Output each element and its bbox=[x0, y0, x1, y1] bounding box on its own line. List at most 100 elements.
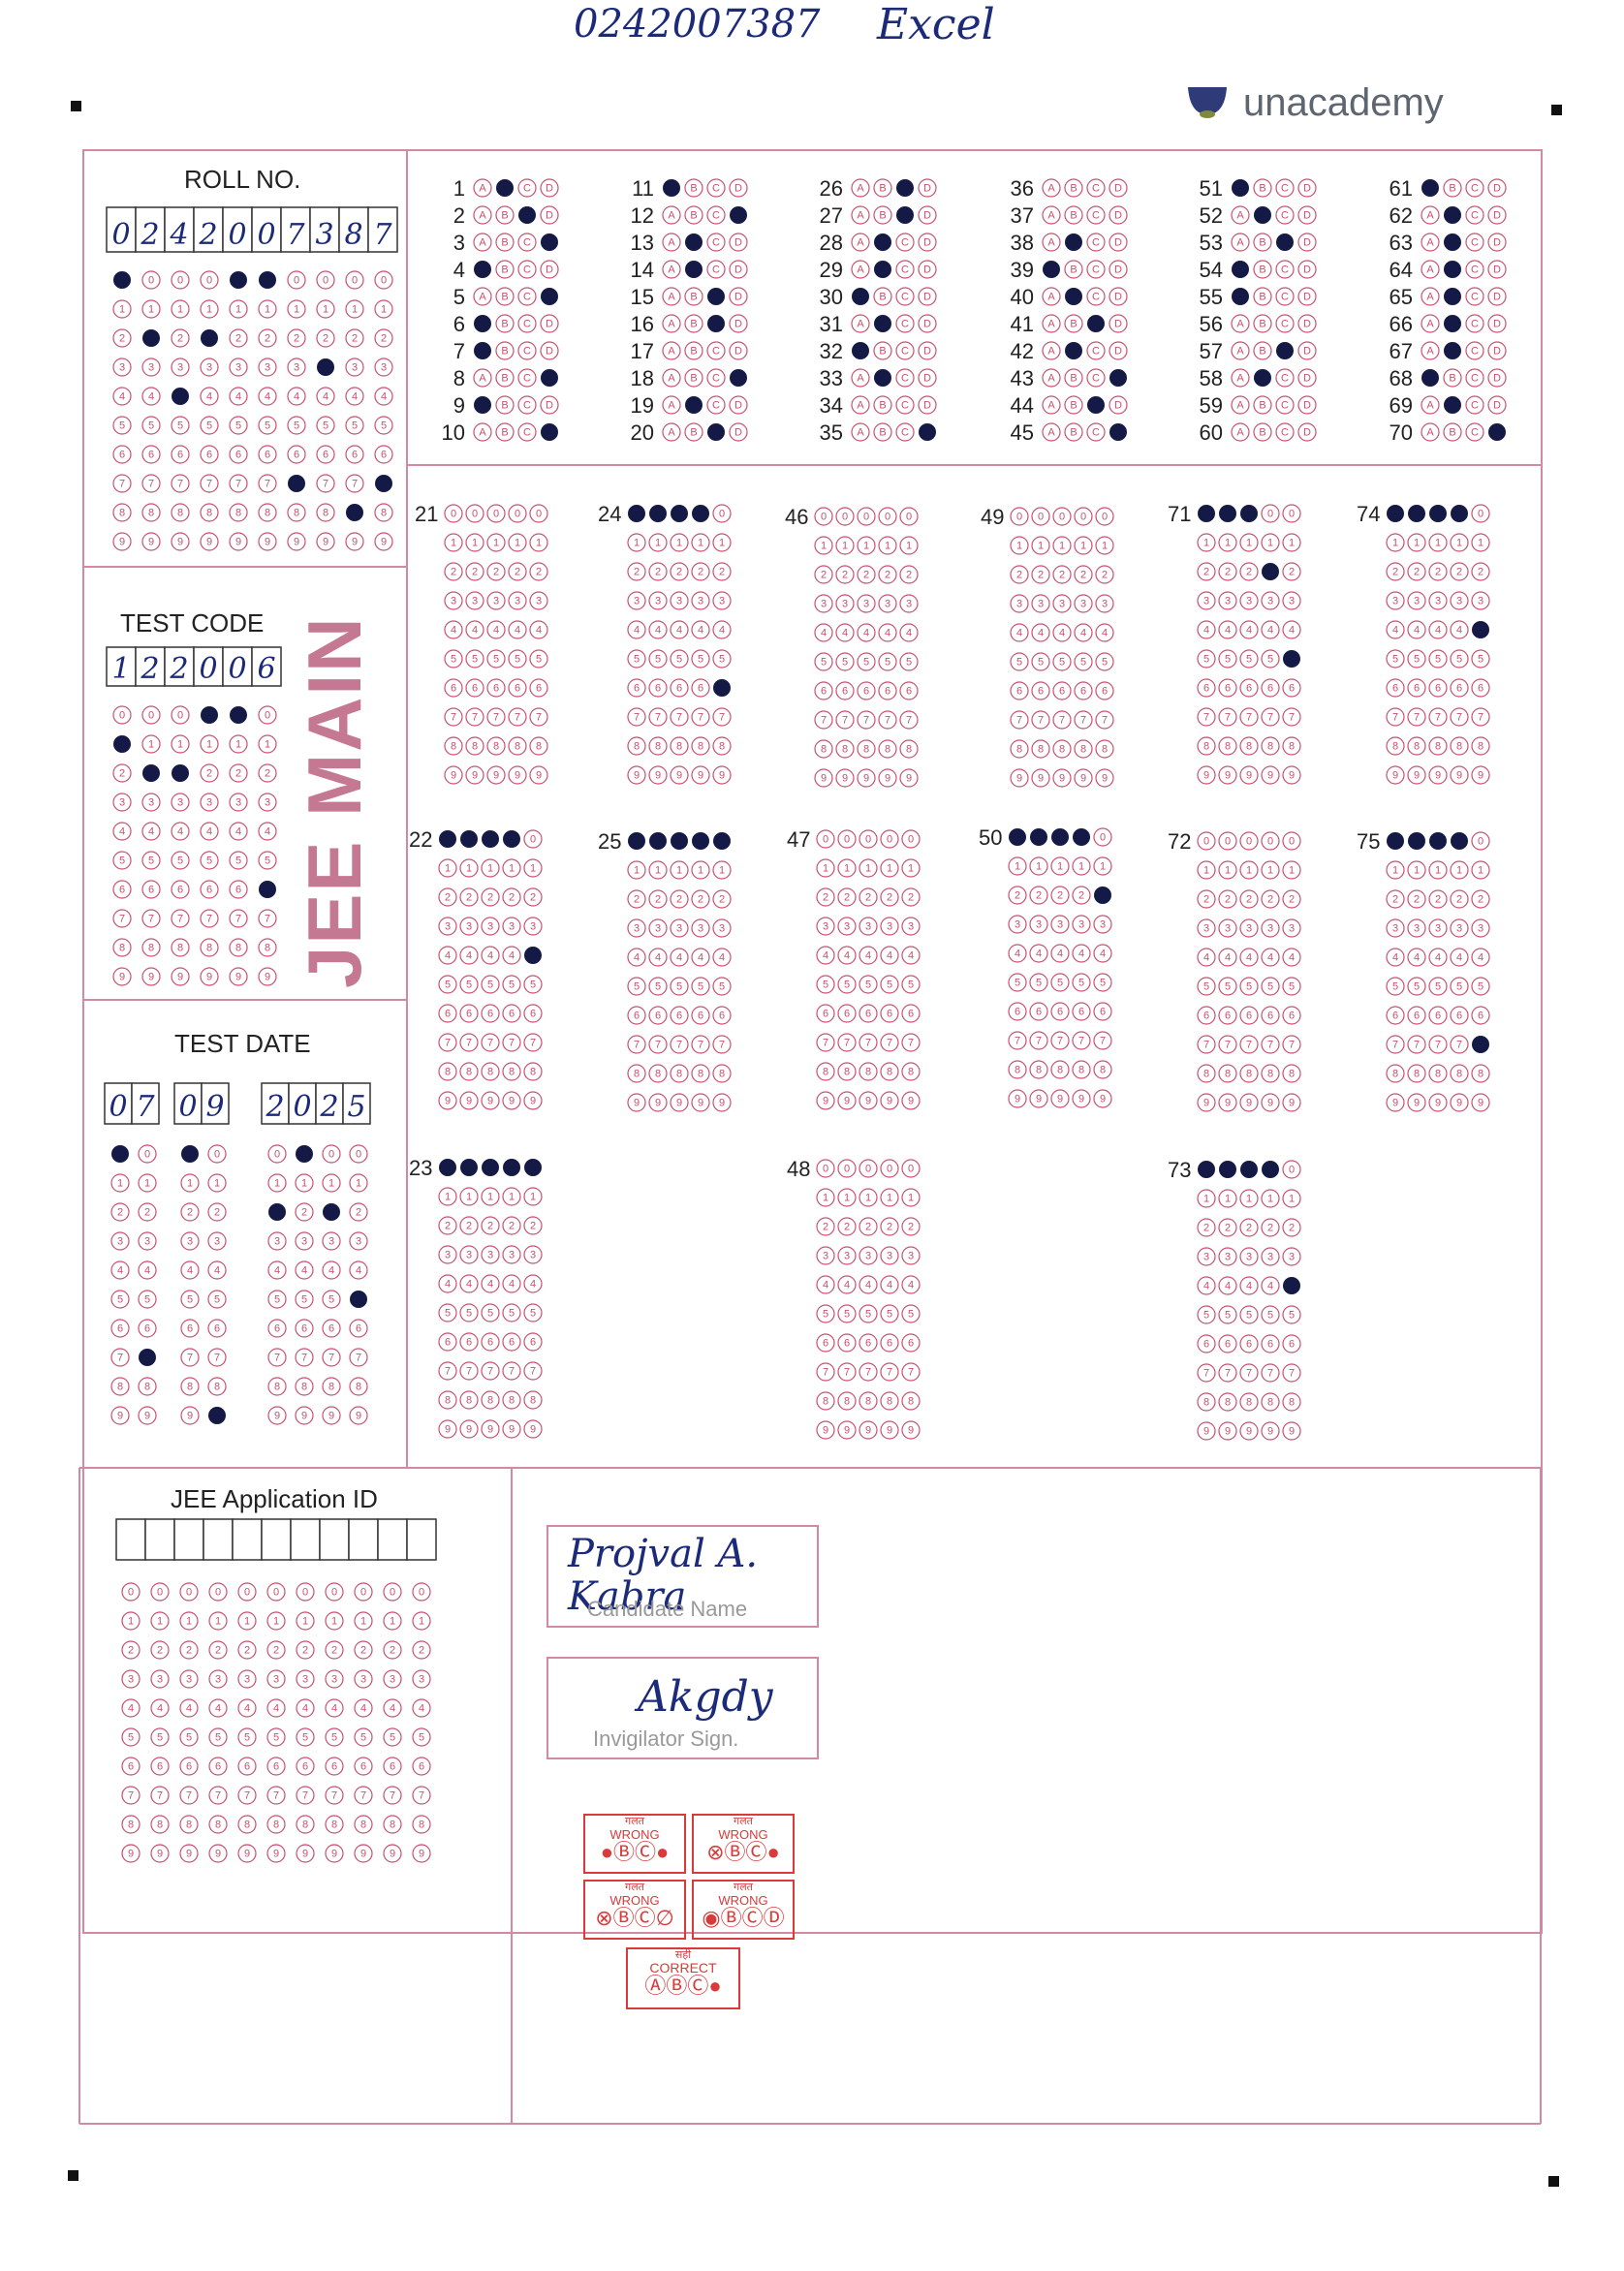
numeric-bubble-73[interactable]: 1 bbox=[1218, 1189, 1237, 1208]
numeric-bubble-75[interactable]: 3 bbox=[1428, 918, 1448, 938]
numeric-bubble-24[interactable]: 7 bbox=[712, 707, 732, 727]
numeric-bubble-49[interactable]: 5 bbox=[1031, 652, 1050, 671]
application-id-bubble[interactable]: 9 bbox=[266, 1844, 286, 1863]
numeric-bubble-47[interactable]: 4 bbox=[816, 946, 835, 965]
mcq-bubble-6-b[interactable]: B bbox=[495, 314, 515, 333]
roll-bubble[interactable]: 1 bbox=[171, 299, 190, 319]
numeric-bubble-74[interactable]: 4 bbox=[1428, 620, 1448, 639]
numeric-bubble-73[interactable]: 6 bbox=[1239, 1334, 1259, 1353]
numeric-bubble-23[interactable]: 2 bbox=[459, 1216, 479, 1235]
numeric-bubble-74[interactable]: 7 bbox=[1407, 707, 1426, 727]
numeric-bubble-73[interactable]: 4 bbox=[1197, 1276, 1216, 1295]
numeric-bubble-21[interactable]: 4 bbox=[444, 620, 463, 639]
test-code-bubble[interactable]: 0 bbox=[258, 705, 277, 725]
mcq-bubble-17-a[interactable]: A bbox=[662, 341, 681, 360]
application-id-bubble[interactable]: 5 bbox=[208, 1727, 228, 1747]
numeric-bubble-73[interactable] bbox=[1240, 1161, 1258, 1178]
numeric-bubble-49[interactable]: 6 bbox=[1010, 681, 1029, 700]
numeric-bubble-47[interactable]: 7 bbox=[901, 1033, 921, 1052]
application-id-bubble[interactable]: 4 bbox=[383, 1698, 402, 1718]
numeric-bubble-75[interactable] bbox=[1408, 832, 1425, 850]
numeric-bubble-74[interactable]: 9 bbox=[1450, 765, 1469, 785]
roll-bubble[interactable]: 6 bbox=[345, 445, 364, 464]
numeric-bubble-73[interactable]: 8 bbox=[1239, 1392, 1259, 1412]
mcq-bubble-53-d[interactable]: D bbox=[1297, 233, 1317, 252]
mcq-bubble-37-a[interactable]: A bbox=[1042, 205, 1061, 225]
numeric-bubble-49[interactable]: 4 bbox=[1031, 623, 1050, 642]
numeric-bubble-22[interactable]: 7 bbox=[438, 1033, 457, 1052]
mcq-bubble-30-d[interactable]: D bbox=[918, 287, 937, 306]
test-code-bubble[interactable]: 1 bbox=[229, 734, 248, 754]
numeric-bubble-71[interactable]: 8 bbox=[1239, 736, 1259, 756]
numeric-bubble-21[interactable]: 9 bbox=[465, 765, 484, 785]
application-id-bubble[interactable]: 1 bbox=[296, 1611, 315, 1631]
numeric-bubble-48[interactable]: 8 bbox=[901, 1391, 921, 1411]
mcq-bubble-38-d[interactable]: D bbox=[1109, 233, 1128, 252]
mcq-bubble-31-b[interactable] bbox=[874, 315, 891, 332]
numeric-bubble-50[interactable]: 4 bbox=[1029, 944, 1048, 963]
numeric-bubble-50[interactable]: 2 bbox=[1050, 886, 1070, 905]
mcq-bubble-40-c[interactable]: C bbox=[1086, 287, 1106, 306]
numeric-bubble-23[interactable]: 5 bbox=[459, 1303, 479, 1322]
application-id-bubble[interactable]: 5 bbox=[179, 1727, 199, 1747]
test-date-bubble[interactable] bbox=[350, 1291, 367, 1308]
roll-bubble[interactable]: 9 bbox=[287, 532, 306, 551]
roll-bubble[interactable]: 1 bbox=[200, 299, 219, 319]
numeric-bubble-23[interactable]: 9 bbox=[438, 1419, 457, 1439]
mcq-bubble-62-b[interactable] bbox=[1444, 206, 1461, 224]
numeric-bubble-21[interactable]: 9 bbox=[529, 765, 548, 785]
mcq-bubble-30-a[interactable] bbox=[852, 288, 869, 305]
roll-bubble[interactable]: 3 bbox=[258, 358, 277, 377]
mcq-bubble-15-c[interactable] bbox=[707, 288, 725, 305]
application-id-bubble[interactable]: 8 bbox=[208, 1815, 228, 1834]
test-code-bubble[interactable]: 9 bbox=[141, 967, 161, 986]
test-date-bubble[interactable]: 4 bbox=[295, 1260, 314, 1280]
numeric-bubble-75[interactable]: 8 bbox=[1450, 1064, 1469, 1083]
numeric-bubble-22[interactable]: 6 bbox=[481, 1004, 500, 1023]
test-date-bubble[interactable] bbox=[323, 1203, 340, 1221]
numeric-bubble-23[interactable]: 3 bbox=[481, 1245, 500, 1264]
application-id-bubble[interactable]: 7 bbox=[354, 1786, 373, 1805]
application-id-bubble[interactable]: 7 bbox=[412, 1786, 431, 1805]
numeric-bubble-72[interactable]: 6 bbox=[1197, 1006, 1216, 1025]
roll-bubble[interactable]: 5 bbox=[171, 416, 190, 435]
mcq-bubble-59-c[interactable]: C bbox=[1275, 395, 1295, 415]
numeric-bubble-72[interactable]: 3 bbox=[1261, 918, 1280, 938]
numeric-bubble-23[interactable]: 7 bbox=[481, 1361, 500, 1381]
mcq-bubble-10-a[interactable]: A bbox=[473, 422, 492, 442]
mcq-bubble-39-b[interactable]: B bbox=[1064, 260, 1083, 279]
test-date-bubble[interactable]: 7 bbox=[110, 1348, 130, 1367]
numeric-bubble-25[interactable]: 7 bbox=[712, 1035, 732, 1054]
numeric-bubble-49[interactable]: 0 bbox=[1095, 507, 1114, 526]
mcq-bubble-64-d[interactable]: D bbox=[1487, 260, 1507, 279]
numeric-bubble-22[interactable]: 3 bbox=[481, 917, 500, 936]
mcq-bubble-57-b[interactable]: B bbox=[1253, 341, 1272, 360]
numeric-bubble-47[interactable]: 3 bbox=[859, 917, 878, 936]
numeric-bubble-48[interactable]: 9 bbox=[837, 1420, 857, 1440]
mcq-bubble-67-d[interactable]: D bbox=[1487, 341, 1507, 360]
numeric-bubble-23[interactable]: 7 bbox=[459, 1361, 479, 1381]
numeric-bubble-25[interactable]: 6 bbox=[627, 1006, 646, 1025]
mcq-bubble-63-b[interactable] bbox=[1444, 233, 1461, 251]
test-date-bubble[interactable]: 9 bbox=[138, 1406, 157, 1425]
test-date-bubble[interactable]: 5 bbox=[322, 1290, 341, 1309]
numeric-bubble-46[interactable]: 8 bbox=[835, 739, 855, 759]
numeric-bubble-50[interactable]: 1 bbox=[1029, 856, 1048, 876]
numeric-bubble-23[interactable]: 2 bbox=[502, 1216, 521, 1235]
test-date-bubble[interactable]: 4 bbox=[207, 1260, 227, 1280]
mcq-bubble-65-c[interactable]: C bbox=[1465, 287, 1484, 306]
numeric-bubble-22[interactable]: 9 bbox=[481, 1091, 500, 1110]
numeric-bubble-72[interactable]: 9 bbox=[1197, 1093, 1216, 1112]
numeric-bubble-74[interactable]: 1 bbox=[1450, 533, 1469, 552]
mcq-bubble-58-d[interactable]: D bbox=[1297, 368, 1317, 388]
numeric-bubble-25[interactable]: 1 bbox=[691, 860, 710, 880]
numeric-bubble-49[interactable]: 8 bbox=[1095, 739, 1114, 759]
numeric-bubble-47[interactable]: 1 bbox=[816, 858, 835, 878]
numeric-bubble-25[interactable]: 7 bbox=[691, 1035, 710, 1054]
roll-bubble[interactable]: 3 bbox=[287, 358, 306, 377]
roll-bubble[interactable]: 1 bbox=[141, 299, 161, 319]
application-id-bubble[interactable]: 9 bbox=[412, 1844, 431, 1863]
test-code-bubble[interactable]: 3 bbox=[141, 793, 161, 812]
mcq-bubble-9-d[interactable]: D bbox=[540, 395, 559, 415]
numeric-bubble-23[interactable]: 6 bbox=[523, 1332, 543, 1352]
